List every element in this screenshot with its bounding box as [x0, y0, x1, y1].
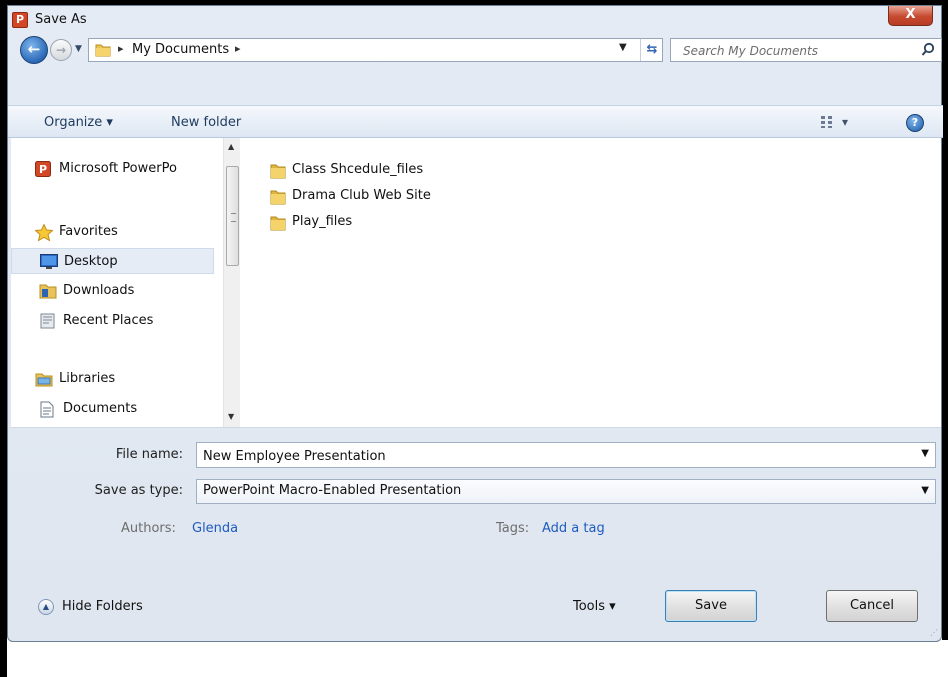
scroll-down-icon[interactable]: ▼: [228, 412, 234, 421]
file-name-dropdown-icon[interactable]: ▼: [921, 448, 929, 459]
sidebar-item-label: Downloads: [63, 283, 135, 298]
sidebar-item-label: Desktop: [64, 254, 118, 269]
background-frame-right: [942, 0, 948, 640]
command-toolbar: Organize ▾ New folder ▾ ?: [8, 105, 943, 138]
file-name-label: File name:: [115, 447, 183, 462]
search-icon[interactable]: [921, 42, 935, 61]
powerpoint-app-icon: P: [12, 12, 28, 28]
file-name: Drama Club Web Site: [292, 188, 431, 203]
star-icon: [34, 223, 54, 242]
save-as-type-value: PowerPoint Macro-Enabled Presentation: [203, 483, 462, 498]
refresh-icon[interactable]: ⇆: [640, 39, 663, 61]
save-as-type-label: Save as type:: [94, 483, 183, 498]
help-icon[interactable]: ?: [906, 114, 924, 132]
recent-places-icon: [39, 313, 57, 329]
title-bar[interactable]: P Save As X: [8, 6, 941, 32]
sidebar-item-label: Favorites: [59, 224, 118, 239]
sidebar-item-favorites[interactable]: Favorites: [11, 219, 214, 245]
scrollbar-grip: [231, 213, 236, 222]
folder-icon: [270, 215, 286, 235]
window-title: Save As: [35, 12, 87, 27]
sidebar-item-label: Libraries: [59, 371, 116, 386]
breadcrumb-my-documents[interactable]: My Documents: [132, 42, 229, 57]
folder-icon: [95, 43, 111, 61]
file-name-field[interactable]: ▼: [196, 442, 936, 469]
resize-grip-icon[interactable]: ⋰: [930, 628, 938, 637]
address-dropdown-icon[interactable]: ▼: [619, 42, 627, 53]
file-name: Class Shcedule_files: [292, 162, 424, 177]
authors-value[interactable]: Glenda: [192, 521, 238, 536]
sidebar-item-documents[interactable]: Documents: [11, 396, 214, 422]
forward-button[interactable]: →: [50, 39, 72, 61]
search-box[interactable]: [670, 38, 942, 62]
tools-button[interactable]: Tools ▾: [573, 599, 616, 614]
tags-label: Tags:: [496, 521, 530, 536]
folder-icon: [270, 163, 286, 183]
back-button[interactable]: ←: [20, 36, 48, 64]
search-input[interactable]: [673, 40, 925, 62]
sidebar-item-microsoft-powerpoint[interactable]: P Microsoft PowerPo: [11, 156, 214, 182]
save-as-type-dropdown-icon[interactable]: ▼: [921, 485, 929, 496]
scroll-up-icon[interactable]: ▲: [228, 142, 234, 151]
new-folder-button[interactable]: New folder: [171, 115, 241, 130]
save-as-type-select[interactable]: PowerPoint Macro-Enabled Presentation ▼: [196, 479, 936, 504]
background-frame-left: [0, 0, 7, 677]
downloads-folder-icon: [39, 283, 57, 299]
change-view-button[interactable]: ▾: [820, 113, 860, 133]
document-icon: [39, 401, 57, 418]
organize-button[interactable]: Organize ▾: [44, 115, 113, 130]
scrollbar-thumb[interactable]: [226, 166, 239, 266]
save-button[interactable]: Save: [665, 590, 757, 622]
navigation-pane: P Microsoft PowerPo Favorites Desktop Do…: [11, 138, 223, 427]
navigation-pane-scrollbar[interactable]: ▲ ▼: [223, 138, 240, 427]
view-grid-icon: [821, 116, 832, 128]
sidebar-item-label: Documents: [63, 401, 138, 416]
breadcrumb-separator[interactable]: ▸: [118, 42, 124, 55]
sidebar-item-recent-places[interactable]: Recent Places: [11, 308, 214, 334]
libraries-icon: [35, 371, 53, 387]
save-as-dialog: P Save As X ← → ▼ ▸ My Documents ▸ ▼ ⇆ O…: [7, 5, 943, 642]
desktop-icon: [40, 254, 58, 270]
breadcrumb-separator[interactable]: ▸: [235, 42, 241, 55]
file-list: Class Shcedule_files Drama Club Web Site…: [240, 138, 940, 427]
folder-icon: [270, 189, 286, 209]
close-button[interactable]: X: [888, 6, 933, 26]
address-bar[interactable]: ▸ My Documents ▸ ▼ ⇆: [88, 38, 663, 62]
sidebar-item-desktop[interactable]: Desktop: [11, 248, 214, 274]
collapse-up-icon: ▲: [38, 599, 54, 615]
sidebar-item-libraries[interactable]: Libraries: [11, 366, 214, 392]
cancel-button[interactable]: Cancel: [826, 590, 918, 622]
sidebar-item-label: Microsoft PowerPo: [59, 161, 177, 176]
browser-body: P Microsoft PowerPo Favorites Desktop Do…: [11, 138, 941, 428]
view-dropdown-icon: ▾: [842, 115, 849, 129]
svg-text:P: P: [39, 163, 47, 176]
file-name: Play_files: [292, 214, 353, 229]
powerpoint-icon: P: [35, 161, 53, 177]
sidebar-item-label: Recent Places: [63, 313, 154, 328]
sidebar-item-downloads[interactable]: Downloads: [11, 278, 214, 304]
file-name-input[interactable]: [197, 443, 870, 469]
authors-label: Authors:: [121, 521, 176, 536]
hide-folders-label: Hide Folders: [62, 599, 143, 614]
tags-value[interactable]: Add a tag: [542, 521, 605, 536]
recent-pages-dropdown-icon[interactable]: ▼: [75, 44, 82, 54]
